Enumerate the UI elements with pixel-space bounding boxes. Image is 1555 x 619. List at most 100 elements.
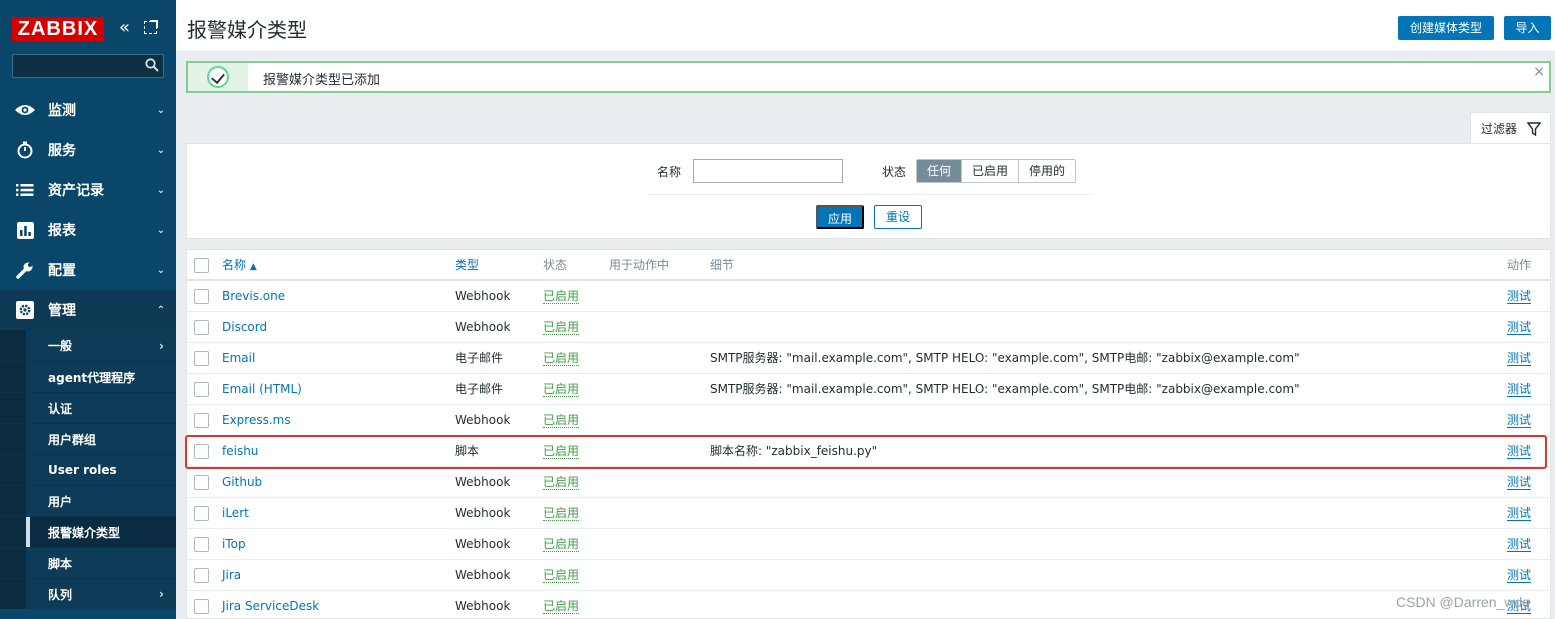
submenu-item-proxies[interactable]: agent代理程序 bbox=[0, 361, 176, 392]
menu-item-configuration[interactable]: 配置 ⌄ bbox=[0, 250, 176, 290]
close-icon[interactable]: × bbox=[1533, 64, 1545, 80]
status-option-disabled[interactable]: 停用的 bbox=[1019, 160, 1076, 182]
media-type-name-link[interactable]: feishu bbox=[222, 436, 258, 467]
submenu-item-label: 一般 bbox=[48, 339, 73, 353]
column-name[interactable]: 名称 ▲ bbox=[222, 250, 257, 281]
test-link[interactable]: 测试 bbox=[1507, 537, 1532, 552]
submenu-item-general[interactable]: 一般 › bbox=[0, 330, 176, 361]
timer-icon bbox=[17, 141, 33, 159]
row-checkbox[interactable] bbox=[194, 537, 209, 552]
column-details: 细节 bbox=[710, 258, 735, 272]
media-type-type: Webhook bbox=[455, 475, 511, 489]
check-circle-icon bbox=[207, 66, 229, 88]
status-enabled-link[interactable]: 已启用 bbox=[543, 320, 580, 335]
test-link[interactable]: 测试 bbox=[1507, 382, 1532, 397]
test-link[interactable]: 测试 bbox=[1507, 289, 1532, 304]
filter-icon bbox=[1527, 121, 1542, 136]
media-type-name-link[interactable]: Email (HTML) bbox=[222, 374, 302, 405]
row-checkbox[interactable] bbox=[194, 568, 209, 583]
status-enabled-link[interactable]: 已启用 bbox=[543, 382, 580, 397]
table-row: Brevis.one Webhook 已启用 测试 bbox=[187, 281, 1550, 312]
submenu-item-user-groups[interactable]: 用户群组 bbox=[0, 423, 176, 454]
filter-tab[interactable]: 过滤器 bbox=[1470, 112, 1551, 144]
submenu-item-scripts[interactable]: 脚本 bbox=[0, 547, 176, 578]
sidebar-search-input[interactable] bbox=[12, 54, 164, 78]
test-link[interactable]: 测试 bbox=[1507, 320, 1532, 335]
test-link[interactable]: 测试 bbox=[1507, 351, 1532, 366]
menu-item-services[interactable]: 服务 ⌄ bbox=[0, 130, 176, 170]
status-option-enabled[interactable]: 已启用 bbox=[962, 160, 1020, 182]
media-type-name-link[interactable]: Express.ms bbox=[222, 405, 291, 436]
row-checkbox[interactable] bbox=[194, 320, 209, 335]
eye-icon bbox=[15, 105, 35, 115]
media-type-name-link[interactable]: Discord bbox=[222, 312, 267, 343]
media-type-name-link[interactable]: Github bbox=[222, 467, 262, 498]
submenu-item-authentication[interactable]: 认证 bbox=[0, 392, 176, 423]
media-type-type: Webhook bbox=[455, 568, 511, 582]
media-type-type: Webhook bbox=[455, 320, 511, 334]
search-icon[interactable] bbox=[145, 58, 159, 72]
create-media-type-button[interactable]: 创建媒体类型 bbox=[1398, 16, 1494, 40]
table-row: iTop Webhook 已启用 测试 bbox=[187, 529, 1550, 560]
filter-name-input[interactable] bbox=[693, 159, 843, 183]
status-enabled-link[interactable]: 已启用 bbox=[543, 289, 580, 304]
row-checkbox[interactable] bbox=[194, 599, 209, 614]
chevron-down-icon: ⌄ bbox=[156, 144, 166, 156]
media-type-name-link[interactable]: Brevis.one bbox=[222, 281, 285, 312]
submenu-item-users[interactable]: 用户 bbox=[0, 485, 176, 516]
zabbix-logo[interactable]: ZABBIX bbox=[12, 17, 104, 41]
status-enabled-link[interactable]: 已启用 bbox=[543, 444, 580, 459]
media-type-name-link[interactable]: Jira bbox=[222, 560, 241, 591]
status-enabled-link[interactable]: 已启用 bbox=[543, 506, 580, 521]
row-checkbox[interactable] bbox=[194, 413, 209, 428]
status-enabled-link[interactable]: 已启用 bbox=[543, 599, 580, 614]
media-type-name-link[interactable]: Email bbox=[222, 343, 255, 374]
collapse-sidebar-icon[interactable]: « bbox=[119, 18, 130, 38]
menu-item-reports[interactable]: 报表 ⌄ bbox=[0, 210, 176, 250]
kiosk-mode-icon[interactable] bbox=[144, 20, 158, 34]
test-link[interactable]: 测试 bbox=[1507, 475, 1532, 490]
reset-button[interactable]: 重设 bbox=[874, 205, 922, 229]
status-enabled-link[interactable]: 已启用 bbox=[543, 568, 580, 583]
row-checkbox[interactable] bbox=[194, 289, 209, 304]
table-row: Github Webhook 已启用 测试 bbox=[187, 467, 1550, 498]
gear-icon bbox=[16, 301, 34, 319]
menu-item-label: 管理 bbox=[48, 303, 76, 319]
status-enabled-link[interactable]: 已启用 bbox=[543, 475, 580, 490]
import-button[interactable]: 导入 bbox=[1504, 16, 1551, 40]
test-link[interactable]: 测试 bbox=[1507, 506, 1532, 521]
status-option-any[interactable]: 任何 bbox=[917, 160, 963, 182]
menu-item-inventory[interactable]: 资产记录 ⌄ bbox=[0, 170, 176, 210]
submenu-item-label: 脚本 bbox=[48, 556, 73, 571]
submenu-item-label: User roles bbox=[48, 463, 117, 477]
media-type-name-link[interactable]: Jira ServiceDesk bbox=[222, 591, 319, 618]
menu-item-administration[interactable]: 管理 ⌃ bbox=[0, 290, 176, 330]
bar-chart-icon bbox=[16, 221, 34, 239]
media-type-name-link[interactable]: iTop bbox=[222, 529, 246, 560]
submenu-item-media-types[interactable]: 报警媒介类型 bbox=[0, 516, 176, 547]
submenu-item-user-roles[interactable]: User roles bbox=[0, 454, 176, 485]
chevron-down-icon: ⌄ bbox=[156, 184, 166, 196]
test-link[interactable]: 测试 bbox=[1507, 444, 1532, 459]
submenu-item-queue[interactable]: 队列 › bbox=[0, 578, 176, 609]
row-checkbox[interactable] bbox=[194, 382, 209, 397]
filter-status-label: 状态 bbox=[882, 165, 907, 179]
apply-button[interactable]: 应用 bbox=[816, 205, 864, 229]
menu-item-monitoring[interactable]: 监测 ⌄ bbox=[0, 90, 176, 130]
column-type[interactable]: 类型 bbox=[455, 250, 479, 281]
column-status: 状态 bbox=[543, 258, 568, 272]
row-checkbox[interactable] bbox=[194, 475, 209, 490]
row-checkbox[interactable] bbox=[194, 351, 209, 366]
media-type-details: SMTP服务器: "mail.example.com", SMTP HELO: … bbox=[710, 351, 1300, 365]
row-checkbox[interactable] bbox=[194, 506, 209, 521]
status-enabled-link[interactable]: 已启用 bbox=[543, 413, 580, 428]
media-type-name-link[interactable]: iLert bbox=[222, 498, 249, 529]
row-checkbox[interactable] bbox=[194, 444, 209, 459]
test-link[interactable]: 测试 bbox=[1507, 568, 1532, 583]
status-enabled-link[interactable]: 已启用 bbox=[543, 351, 580, 366]
table-row: Email (HTML) 电子邮件 已启用 SMTP服务器: "mail.exampl… bbox=[187, 374, 1550, 405]
chevron-right-icon: › bbox=[159, 338, 164, 353]
select-all-checkbox[interactable] bbox=[194, 258, 209, 273]
test-link[interactable]: 测试 bbox=[1507, 413, 1532, 428]
status-enabled-link[interactable]: 已启用 bbox=[543, 537, 580, 552]
